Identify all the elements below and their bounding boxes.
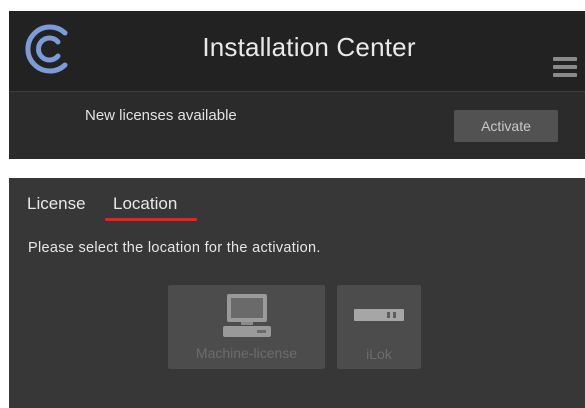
tab-license[interactable]: License (27, 194, 86, 214)
menu-bar (553, 65, 577, 69)
active-tab-indicator (105, 218, 197, 221)
app-window: Installation Center New licenses availab… (0, 0, 585, 408)
hamburger-menu-icon[interactable] (553, 57, 579, 79)
notification-text: New licenses available (85, 107, 237, 124)
top-panel: Installation Center New licenses availab… (9, 11, 585, 159)
ilok-option[interactable]: iLok (337, 285, 421, 369)
machine-license-option[interactable]: Machine-license (168, 285, 325, 369)
machine-license-label: Machine-license (195, 345, 298, 361)
tab-location[interactable]: Location (113, 194, 177, 214)
menu-bar (553, 73, 577, 77)
activate-button[interactable]: Activate (454, 110, 558, 142)
ilok-dongle-icon (354, 307, 404, 323)
c-logo-icon (21, 21, 77, 77)
app-title: Installation Center (202, 32, 416, 62)
menu-bar (553, 57, 577, 61)
computer-icon (222, 293, 272, 339)
instruction-text: Please select the location for the activ… (28, 240, 321, 256)
ilok-label: iLok (366, 346, 392, 362)
app-header: Installation Center (9, 11, 585, 92)
activation-panel: License Location Please select the locat… (9, 178, 585, 408)
